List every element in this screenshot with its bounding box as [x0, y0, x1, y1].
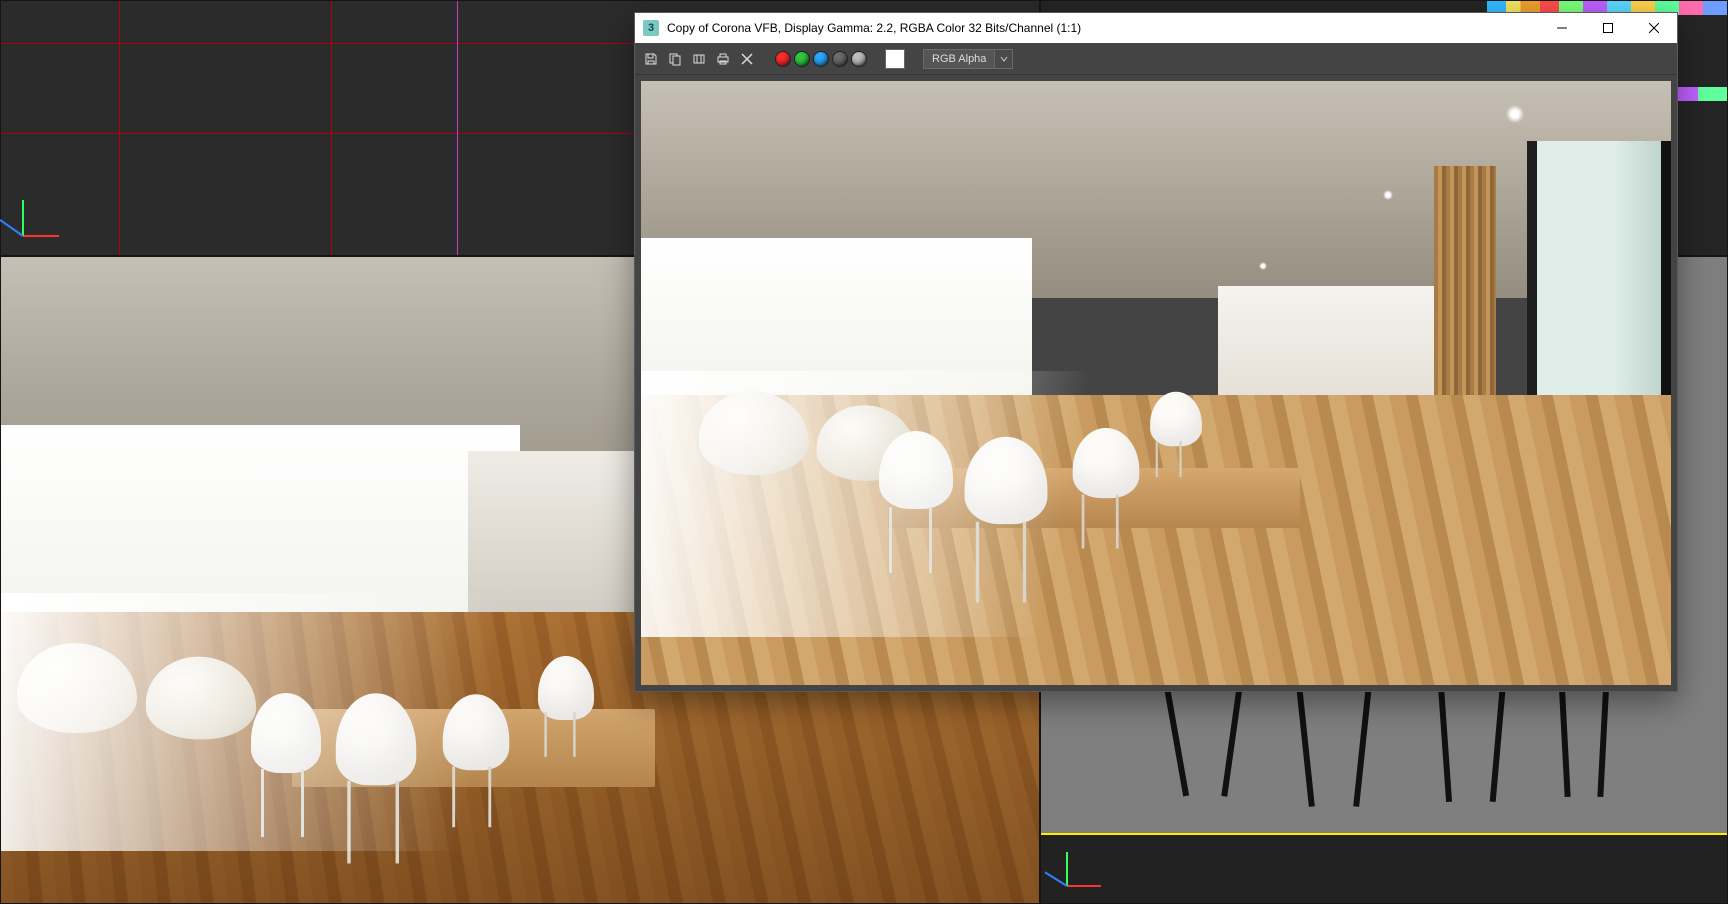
chevron-down-icon	[994, 50, 1012, 68]
color-swatch[interactable]	[885, 49, 905, 69]
channel-select-label: RGB Alpha	[932, 53, 986, 65]
clone-icon	[692, 52, 706, 66]
rendered-image	[641, 81, 1671, 685]
clear-button[interactable]	[737, 49, 757, 69]
minimize-button[interactable]	[1539, 13, 1585, 43]
maximize-button[interactable]	[1585, 13, 1631, 43]
close-icon	[1649, 23, 1659, 33]
green-channel-toggle[interactable]	[794, 51, 810, 67]
mono-channel-toggle[interactable]	[851, 51, 867, 67]
corona-vfb-window[interactable]: 3 Copy of Corona VFB, Display Gamma: 2.2…	[634, 12, 1678, 692]
alpha-channel-toggle[interactable]	[832, 51, 848, 67]
axis-gizmo	[23, 187, 73, 237]
app-icon: 3	[643, 20, 659, 36]
copy-icon	[668, 52, 682, 66]
channel-select[interactable]: RGB Alpha	[923, 49, 1013, 69]
copy-button[interactable]	[665, 49, 685, 69]
print-icon	[716, 52, 730, 66]
blue-channel-toggle[interactable]	[813, 51, 829, 67]
maximize-icon	[1603, 23, 1613, 33]
save-icon	[644, 52, 658, 66]
minimize-icon	[1557, 23, 1567, 33]
red-channel-toggle[interactable]	[775, 51, 791, 67]
clone-button[interactable]	[689, 49, 709, 69]
window-title: Copy of Corona VFB, Display Gamma: 2.2, …	[667, 21, 1081, 35]
save-button[interactable]	[641, 49, 661, 69]
render-canvas[interactable]	[635, 75, 1677, 691]
vfb-toolbar: RGB Alpha	[635, 43, 1677, 75]
x-icon	[741, 53, 753, 65]
print-button[interactable]	[713, 49, 733, 69]
titlebar[interactable]: 3 Copy of Corona VFB, Display Gamma: 2.2…	[635, 13, 1677, 43]
close-button[interactable]	[1631, 13, 1677, 43]
